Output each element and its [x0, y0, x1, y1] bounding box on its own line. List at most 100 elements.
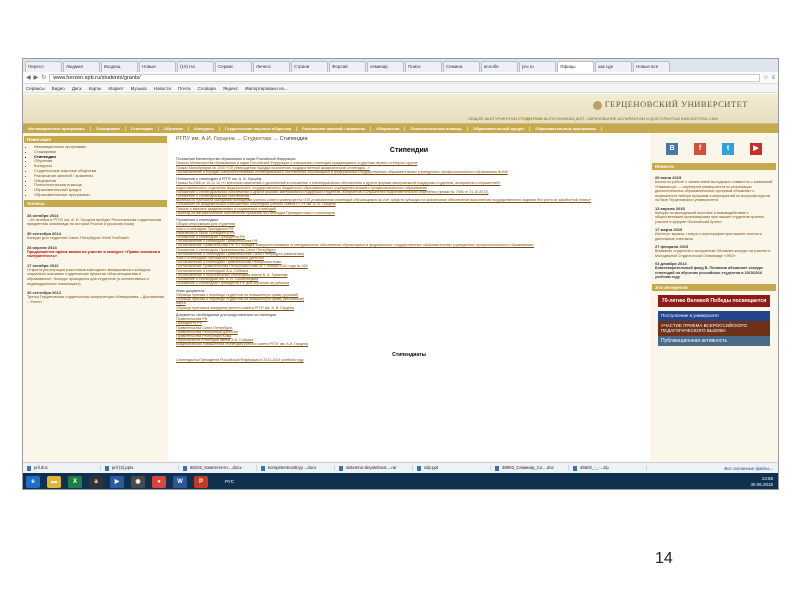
browser-tab[interactable]: Людмил	[63, 61, 100, 72]
breadcrumb-section[interactable]: Студентам	[243, 136, 271, 142]
facebook-icon[interactable]: f	[694, 143, 706, 155]
top-nav-item[interactable]: АБИТУРИЕНТАМ	[484, 116, 518, 121]
menu-icon[interactable]: ≡	[771, 75, 775, 81]
forward-icon[interactable]: ▶	[34, 74, 39, 81]
eye-icon[interactable]: ◉	[131, 475, 145, 488]
victory-banner[interactable]: 70-летию Великой Победы посвящается	[658, 294, 770, 307]
contest-banner[interactable]: УЧАСТИЕ ПРИЕМА ВСЕРОССИЙСКОГО ПЕДАГОГИЧЕ…	[658, 320, 770, 336]
nav-item[interactable]: Образовательные программы	[34, 192, 167, 198]
star-icon[interactable]: ☆	[763, 74, 768, 81]
subtitle-link[interactable]: Стипендиаты Президента Российской Федера…	[176, 358, 642, 362]
pdf-icon[interactable]: P	[194, 475, 208, 488]
news-link[interactable]: Школа по работе с талантливой молодежью …	[655, 180, 773, 203]
browser-tab[interactable]: Новые	[139, 61, 176, 72]
top-nav-item[interactable]: БИБЛИОТЕКА	[681, 116, 709, 121]
bookmark-item[interactable]: Музыка	[131, 86, 147, 91]
browser-tab[interactable]: Офицы	[557, 61, 594, 72]
folder-icon[interactable]: ▬	[47, 475, 61, 488]
news-link[interactable]: Внимание студентов и аспирантов! Объявле…	[655, 249, 773, 258]
document-link[interactable]: Академическая повышенная стипендия учено…	[176, 342, 642, 346]
chrome-icon[interactable]: ●	[152, 475, 166, 488]
top-nav-item[interactable]: ВЫПУСКНИКАМ	[544, 116, 576, 121]
url-input[interactable]: www.herzen.spb.ru/students/grants/	[49, 73, 761, 82]
browser-tab[interactable]: всеобе	[481, 61, 518, 72]
publications-banner[interactable]: Публикационная активность	[658, 335, 770, 346]
bookmark-item[interactable]: Почта	[178, 86, 191, 91]
browser-tab[interactable]: Сервис	[215, 61, 252, 72]
menu-item[interactable]: Стажировки	[91, 126, 126, 131]
show-all-downloads[interactable]: Все скачанные файлы...	[724, 466, 778, 471]
breadcrumb-home[interactable]: РГПУ им. А.И. Герцена	[176, 136, 235, 142]
bookmark-item[interactable]: Маркет	[108, 86, 123, 91]
document-link[interactable]: Переход на автоматическое обеспечение пр…	[176, 211, 642, 215]
top-nav-item[interactable]: АСПИРАНТАМ И ДОКТОРАНТАМ	[617, 116, 681, 121]
bookmark-item[interactable]: Сервисы	[26, 86, 45, 91]
menu-item[interactable]: Образовательные программы	[530, 126, 602, 131]
download-item[interactable]: sistemno-deyatelnost....rar	[335, 465, 413, 471]
browser-tab[interactable]: Новые все	[633, 61, 670, 72]
news-link[interactable]: Благотворительный фонд В. Потанина объяв…	[655, 266, 773, 280]
browser-tab[interactable]: Входящ	[101, 61, 138, 72]
browser-tab[interactable]: Личнос	[253, 61, 290, 72]
announce-link[interactable]: Продолжается прием заявок на участие в к…	[27, 250, 164, 259]
menu-item[interactable]: Образовательный кредит	[468, 126, 531, 131]
browser-tab[interactable]: как сде	[595, 61, 632, 72]
download-item[interactable]: sdp.ppt	[413, 465, 491, 471]
bookmark-item[interactable]: Диск	[72, 86, 82, 91]
site-logo[interactable]: ГЕРЦЕНОВСКИЙ УНИВЕРСИТЕТ	[592, 99, 748, 110]
amazon-icon[interactable]: a	[89, 475, 103, 488]
bookmark-item[interactable]: Видео	[52, 86, 65, 91]
top-nav-item[interactable]: СМИ	[709, 116, 718, 121]
top-nav-item[interactable]: СТУДЕНТАМ	[518, 116, 543, 121]
download-item[interactable]: 38903_Семинар_Co....doc	[491, 465, 569, 471]
news-link[interactable]: Институт музыки, театра и хореографии пр…	[655, 232, 773, 241]
menu-item[interactable]: Общежития	[371, 126, 406, 131]
download-item[interactable]: kompetentnostnyy....docx	[257, 465, 335, 471]
youtube-icon[interactable]: ▶	[750, 143, 762, 155]
download-item[interactable]: pril.doc	[23, 465, 101, 471]
download-item[interactable]: 58102_Компетентн....docx	[179, 465, 257, 471]
browser-tab[interactable]: Страни	[291, 61, 328, 72]
word-icon[interactable]: W	[173, 475, 187, 488]
bookmark-item[interactable]: Яндекс	[223, 86, 238, 91]
menu-item[interactable]: Конкурсы	[189, 126, 220, 131]
browser-tab[interactable]: Семина	[443, 61, 480, 72]
bookmark-item[interactable]: Импортировано из...	[245, 86, 288, 91]
download-item[interactable]: pril (2).pptx	[101, 465, 179, 471]
menu-item[interactable]: Инновационные программы	[23, 126, 91, 131]
document-link[interactable]: Постановление о порядке совершенствовани…	[176, 170, 642, 174]
announce-link[interactable]: Открыта регистрация участников ежегодног…	[27, 268, 164, 286]
document-link[interactable]: Положение о стипендиях Президента РФ для…	[176, 281, 642, 285]
menu-item[interactable]: Расписание занятий / экзамены	[297, 126, 372, 131]
vk-icon[interactable]: B	[666, 143, 678, 155]
admission-banner[interactable]: Поступление в университет	[658, 311, 770, 321]
news-link[interactable]: Конкурс по молодежной политике и взаимод…	[655, 211, 773, 225]
menu-item[interactable]: Психологическая помощь	[405, 126, 468, 131]
browser-tab[interactable]: Пересл	[25, 61, 62, 72]
browser-tab[interactable]: pru.ru	[519, 61, 556, 72]
ie-icon[interactable]: e	[26, 475, 40, 488]
back-icon[interactable]: ◀	[26, 74, 31, 81]
menu-item[interactable]: Обучение	[159, 126, 190, 131]
download-item[interactable]: 46602_-_-...zip	[569, 465, 647, 471]
browser-tab[interactable]: Форсай	[329, 61, 366, 72]
excel-icon[interactable]: X	[68, 475, 82, 488]
top-nav-item[interactable]: ОБЩИЙ	[468, 116, 484, 121]
browser-tab[interactable]: (10) Но	[177, 61, 214, 72]
bookmark-item[interactable]: Карты	[89, 86, 102, 91]
media-icon[interactable]: ▶	[110, 475, 124, 488]
browser-tab[interactable]: Поиск	[405, 61, 442, 72]
menu-item[interactable]: Стипендии	[126, 126, 159, 131]
language-indicator[interactable]: РУС	[225, 479, 234, 484]
announce-link[interactable]: Третья Герценовская студенческая конфере…	[27, 295, 164, 304]
top-nav-item[interactable]: ДОП. ОБРАЗОВАНИЕ	[576, 116, 618, 121]
bookmark-item[interactable]: Новости	[154, 86, 171, 91]
reload-icon[interactable]: ↻	[41, 74, 46, 81]
announce-link[interactable]: Конкурс для студентов Санкт-Петербурга «…	[27, 236, 164, 241]
document-link[interactable]: Образцы протокола заседания ученого сове…	[176, 306, 642, 310]
announce-link[interactable]: ...29 октября в РГПУ им. А. И. Герцена п…	[27, 218, 164, 227]
bookmark-item[interactable]: Словари	[198, 86, 216, 91]
browser-tab[interactable]: семинар	[367, 61, 404, 72]
menu-item[interactable]: Студенческие научные общества	[220, 126, 298, 131]
twitter-icon[interactable]: t	[722, 143, 734, 155]
